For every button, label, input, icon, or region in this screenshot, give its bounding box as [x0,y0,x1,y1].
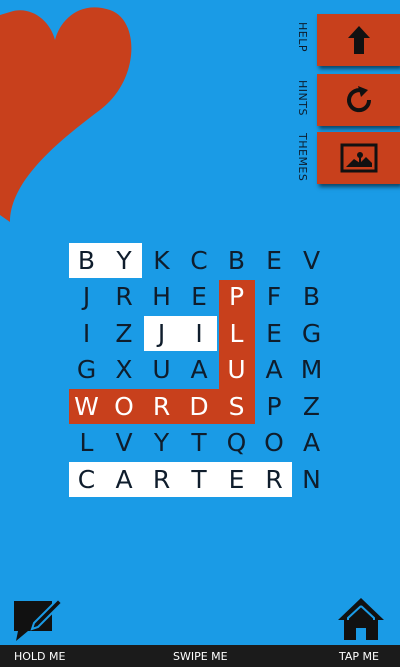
hints-label[interactable]: HINTS [296,80,309,116]
grid-cell[interactable]: D [181,388,218,424]
grid-cell[interactable]: R [143,461,180,497]
grid-cell[interactable]: J [143,315,180,351]
grid-cell[interactable]: T [181,461,218,497]
grid-cell[interactable]: G [68,352,105,388]
hold-me-label[interactable]: HOLD ME [14,650,65,663]
grid-cell[interactable]: E [181,279,218,315]
grid-cell[interactable]: I [68,315,105,351]
grid-cell[interactable]: B [218,242,255,278]
grid-cell[interactable]: Y [106,242,143,278]
grid-cell[interactable]: Z [293,388,330,424]
grid-cell[interactable]: C [181,242,218,278]
grid-cell[interactable]: O [256,425,293,461]
grid-cell[interactable]: E [256,242,293,278]
grid-cell[interactable]: P [256,388,293,424]
grid-cell[interactable]: V [106,425,143,461]
grid-cell[interactable]: R [143,388,180,424]
grid-cell[interactable]: R [256,461,293,497]
edit-chat-icon[interactable] [12,595,64,641]
grid-cell[interactable]: O [106,388,143,424]
home-icon[interactable] [336,596,386,642]
up-button[interactable] [317,14,400,66]
grid-cell[interactable]: I [181,315,218,351]
grid-cell[interactable]: W [68,388,105,424]
grid-cell[interactable]: U [218,352,255,388]
bottom-bar: HOLD ME SWIPE ME TAP ME [0,645,400,667]
tap-me-label[interactable]: TAP ME [339,650,379,663]
grid-cell[interactable]: C [68,461,105,497]
grid-cell[interactable]: L [218,315,255,351]
grid-cell[interactable]: K [143,242,180,278]
grid-cell[interactable]: S [218,388,255,424]
grid-cell[interactable]: N [293,461,330,497]
grid-cell[interactable]: L [68,425,105,461]
grid-cell[interactable]: H [143,279,180,315]
grid-cell[interactable]: B [68,242,105,278]
grid-cell[interactable]: X [106,352,143,388]
refresh-icon [346,86,371,113]
grid-cell[interactable]: A [293,425,330,461]
swipe-me-label[interactable]: SWIPE ME [173,650,228,663]
grid-cell[interactable]: U [143,352,180,388]
grid-cell[interactable]: B [293,279,330,315]
grid-cell[interactable]: A [106,461,143,497]
grid-cell[interactable]: E [256,315,293,351]
grid-cell[interactable]: Q [218,425,255,461]
grid-cell[interactable]: G [293,315,330,351]
grid-cell[interactable]: A [256,352,293,388]
heart-icon [0,7,132,223]
grid-cell[interactable]: R [106,279,143,315]
themes-label[interactable]: THEMES [296,133,309,181]
grid-cell[interactable]: Z [106,315,143,351]
grid-cell[interactable]: Y [143,425,180,461]
grid-cell[interactable]: T [181,425,218,461]
refresh-button[interactable] [317,74,400,126]
grid-cell[interactable]: M [293,352,330,388]
arrow-up-icon [347,26,370,54]
theme-button[interactable] [317,132,400,184]
grid-cell[interactable]: F [256,279,293,315]
grid-cell[interactable]: J [68,279,105,315]
grid-cell[interactable]: A [181,352,218,388]
grid-cell[interactable]: E [218,461,255,497]
help-label[interactable]: HELP [296,22,309,52]
grid-cell[interactable]: P [218,279,255,315]
landscape-image-icon [340,143,377,173]
grid-cell[interactable]: V [293,242,330,278]
